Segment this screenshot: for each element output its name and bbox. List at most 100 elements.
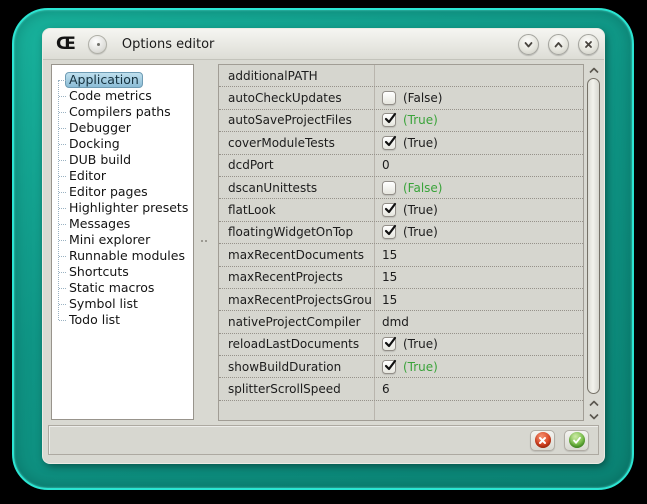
property-name: maxRecentProjects	[219, 270, 374, 284]
checkbox[interactable]	[382, 91, 396, 105]
property-value[interactable]: 15	[374, 248, 583, 262]
property-value-text: 0	[382, 158, 390, 172]
property-value-text: (True)	[403, 203, 438, 217]
scroll-up-button-bottom[interactable]	[585, 397, 602, 409]
property-value-text: (True)	[403, 360, 438, 374]
chevron-up-icon	[588, 66, 600, 75]
property-value[interactable]: (True)	[374, 225, 583, 239]
check-circle-icon	[569, 432, 585, 448]
property-name: autoSaveProjectFiles	[219, 113, 374, 127]
property-value-text: (True)	[403, 225, 438, 239]
sidebar-item-label: Static macros	[69, 281, 154, 295]
sidebar-item-application[interactable]: Application	[52, 72, 193, 88]
property-row-floatingWidgetOnTop[interactable]: floatingWidgetOnTop (True)	[219, 222, 583, 244]
checkbox[interactable]	[382, 337, 396, 351]
unshade-button[interactable]	[548, 34, 569, 55]
checkbox[interactable]	[382, 360, 396, 374]
property-value[interactable]: (True)	[374, 337, 583, 351]
sidebar-item-label: Messages	[69, 217, 130, 231]
sidebar-item-label: Symbol list	[69, 297, 138, 311]
checkbox[interactable]	[382, 181, 396, 195]
sidebar-item-messages[interactable]: Messages	[52, 216, 193, 232]
shade-button[interactable]	[518, 34, 539, 55]
property-row-additionalPATH[interactable]: additionalPATH	[219, 65, 583, 87]
property-value-text: 15	[382, 248, 397, 262]
property-row-autoSaveProjectFiles[interactable]: autoSaveProjectFiles (True)	[219, 110, 583, 132]
close-button[interactable]	[578, 34, 599, 55]
property-row-maxRecentDocuments[interactable]: maxRecentDocuments 15	[219, 244, 583, 266]
check-icon	[383, 111, 398, 126]
property-value[interactable]: (True)	[374, 136, 583, 150]
property-value[interactable]: 6	[374, 382, 583, 396]
chevron-up-icon	[588, 399, 600, 408]
property-value[interactable]: (False)	[374, 181, 583, 195]
checkbox[interactable]	[382, 113, 396, 127]
sidebar-item-docking[interactable]: Docking	[52, 136, 193, 152]
titlebar[interactable]: Œ Options editor	[43, 29, 604, 60]
property-row-reloadLastDocuments[interactable]: reloadLastDocuments (True)	[219, 334, 583, 356]
sidebar-item-editor-pages[interactable]: Editor pages	[52, 184, 193, 200]
sidebar-item-label: Editor pages	[69, 185, 148, 199]
scrollbar-thumb[interactable]	[587, 78, 600, 394]
check-icon	[383, 335, 398, 350]
property-value-text: (True)	[403, 113, 438, 127]
property-row-dcdPort[interactable]: dcdPort 0	[219, 155, 583, 177]
property-value[interactable]: 15	[374, 293, 583, 307]
window-menu-button[interactable]	[88, 35, 107, 54]
sidebar-item-runnable-modules[interactable]: Runnable modules	[52, 248, 193, 264]
sidebar-item-dub-build[interactable]: DUB build	[52, 152, 193, 168]
property-value[interactable]: (True)	[374, 360, 583, 374]
sidebar-item-mini-explorer[interactable]: Mini explorer	[52, 232, 193, 248]
property-value[interactable]: 15	[374, 270, 583, 284]
property-value[interactable]: (False)	[374, 91, 583, 105]
cancel-button[interactable]	[530, 430, 555, 451]
sidebar-item-label: Highlighter presets	[69, 201, 188, 215]
property-row-autoCheckUpdates[interactable]: autoCheckUpdates (False)	[219, 87, 583, 109]
checkbox[interactable]	[382, 136, 396, 150]
sidebar-item-label: Compilers paths	[69, 105, 171, 119]
property-row-flatLook[interactable]: flatLook (True)	[219, 199, 583, 221]
property-row-coverModuleTests[interactable]: coverModuleTests (True)	[219, 132, 583, 154]
property-value[interactable]: (True)	[374, 113, 583, 127]
property-value-text: (True)	[403, 136, 438, 150]
property-name: dscanUnittests	[219, 181, 374, 195]
property-row-nativeProjectCompiler[interactable]: nativeProjectCompiler dmd	[219, 311, 583, 333]
sidebar-item-label: Mini explorer	[69, 233, 150, 247]
sidebar-item-highlighter-presets[interactable]: Highlighter presets	[52, 200, 193, 216]
sidebar-item-label: Todo list	[69, 313, 120, 327]
property-value[interactable]: 0	[374, 158, 583, 172]
property-row-maxRecentProjects[interactable]: maxRecentProjects 15	[219, 267, 583, 289]
splitter[interactable]	[201, 240, 209, 244]
sidebar-item-code-metrics[interactable]: Code metrics	[52, 88, 193, 104]
property-name: maxRecentProjectsGrou	[219, 293, 374, 307]
sidebar-item-debugger[interactable]: Debugger	[52, 120, 193, 136]
accept-button[interactable]	[564, 430, 589, 451]
property-name: coverModuleTests	[219, 136, 374, 150]
checkbox[interactable]	[382, 203, 396, 217]
scroll-up-button[interactable]	[585, 64, 602, 76]
property-value-text: 15	[382, 270, 397, 284]
category-panel: Application Code metrics Compilers paths…	[51, 64, 194, 420]
sidebar-item-label: Runnable modules	[69, 249, 185, 263]
sidebar-item-compilers-paths[interactable]: Compilers paths	[52, 104, 193, 120]
sidebar-item-label: Docking	[69, 137, 120, 151]
property-row-splitterScrollSpeed[interactable]: splitterScrollSpeed 6	[219, 378, 583, 400]
scroll-down-button[interactable]	[585, 410, 602, 422]
property-row-showBuildDuration[interactable]: showBuildDuration (True)	[219, 356, 583, 378]
grid-scrollbar[interactable]	[585, 64, 602, 421]
property-row-dscanUnittests[interactable]: dscanUnittests (False)	[219, 177, 583, 199]
property-value-text: dmd	[382, 315, 409, 329]
property-value[interactable]: dmd	[374, 315, 583, 329]
sidebar-item-static-macros[interactable]: Static macros	[52, 280, 193, 296]
property-name: showBuildDuration	[219, 360, 374, 374]
sidebar-item-symbol-list[interactable]: Symbol list	[52, 296, 193, 312]
sidebar-item-editor[interactable]: Editor	[52, 168, 193, 184]
property-name: additionalPATH	[219, 69, 374, 83]
property-rows: additionalPATH autoCheckUpdates (False) …	[219, 65, 583, 401]
sidebar-item-shortcuts[interactable]: Shortcuts	[52, 264, 193, 280]
property-value[interactable]: (True)	[374, 203, 583, 217]
property-row-maxRecentProjectsGrou[interactable]: maxRecentProjectsGrou 15	[219, 289, 583, 311]
sidebar-item-todo-list[interactable]: Todo list	[52, 312, 193, 328]
category-tree: Application Code metrics Compilers paths…	[52, 65, 193, 328]
checkbox[interactable]	[382, 225, 396, 239]
